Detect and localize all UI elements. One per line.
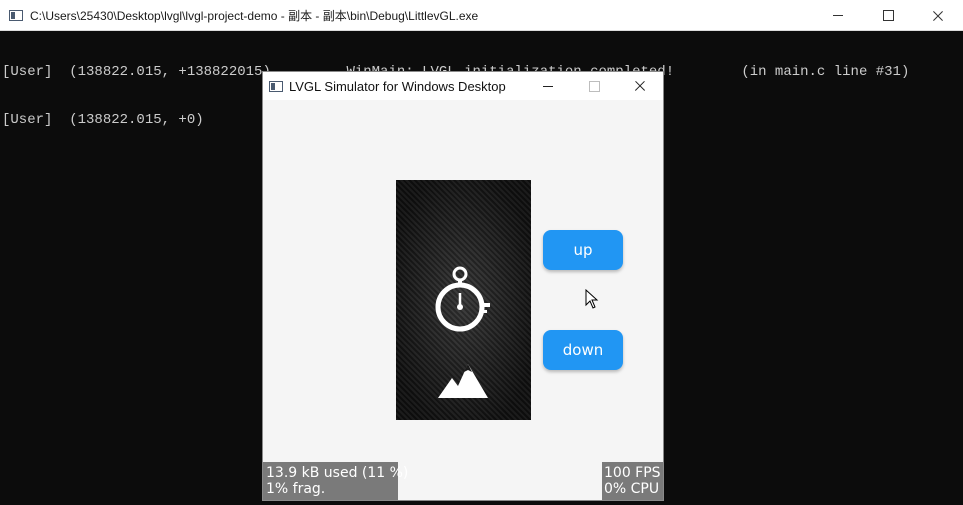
up-button[interactable]: up (543, 230, 623, 270)
simulator-close-button[interactable] (617, 72, 663, 100)
stopwatch-icon (435, 266, 490, 332)
fps-label: 100 FPS (604, 465, 661, 481)
simulator-window-title: LVGL Simulator for Windows Desktop (289, 78, 506, 94)
simulator-maximize-button (571, 72, 617, 100)
mountain-icon (438, 364, 488, 398)
cpu-label: 0% CPU (604, 481, 660, 497)
console-window-controls (813, 0, 963, 31)
simulator-titlebar: LVGL Simulator for Windows Desktop (263, 72, 663, 100)
simulator-window: LVGL Simulator for Windows Desktop up do… (263, 72, 663, 500)
simulator-minimize-button[interactable] (525, 72, 571, 100)
console-minimize-button[interactable] (813, 0, 863, 31)
memory-frag-label: 1% frag. (266, 481, 326, 497)
down-button[interactable]: down (543, 330, 623, 370)
console-window-title: C:\Users\25430\Desktop\lvgl\lvgl-project… (30, 8, 479, 23)
mouse-cursor-icon (585, 289, 599, 309)
memory-monitor: 13.9 kB used (11 %) 1% frag. (263, 462, 409, 500)
console-close-button[interactable] (913, 0, 963, 31)
console-titlebar: C:\Users\25430\Desktop\lvgl\lvgl-project… (0, 0, 963, 31)
lvgl-screen: up down 13.9 kB used (11 %) 1% frag. 100… (263, 100, 663, 500)
console-maximize-button[interactable] (863, 0, 913, 31)
simulator-window-controls (525, 72, 663, 100)
simulator-app-icon (269, 80, 283, 92)
carbon-image-panel (396, 180, 531, 420)
console-app-icon (9, 9, 23, 21)
memory-used-label: 13.9 kB used (11 %) (266, 465, 409, 481)
performance-monitor: 100 FPS 0% CPU (602, 462, 663, 500)
